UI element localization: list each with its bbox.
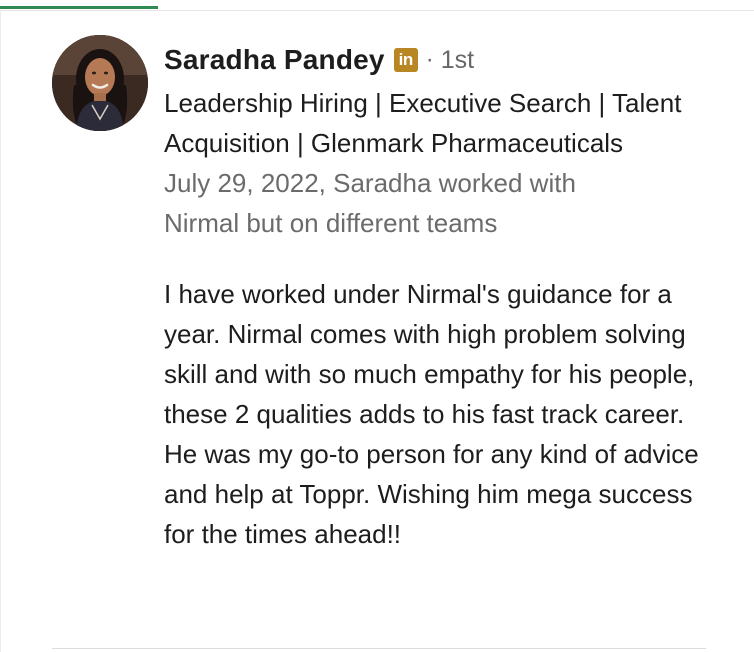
recommendation-text: I have worked under Nirmal's guidance fo…: [164, 279, 699, 549]
recommendation-meta: July 29, 2022, Saradha worked with Nirma…: [164, 168, 576, 238]
connection-degree: 1st: [440, 45, 475, 74]
author-row: Saradha Pandey in · 1st: [164, 40, 724, 80]
active-tab-indicator: [0, 6, 158, 9]
separator-dot: ·: [425, 46, 434, 73]
author-name[interactable]: Saradha Pandey: [164, 44, 385, 76]
linkedin-icon: in: [393, 48, 418, 72]
bottom-divider: [52, 648, 706, 649]
avatar-photo: [52, 35, 148, 131]
recommendation-panel: Saradha Pandey in · 1st Leadership Hirin…: [0, 0, 754, 652]
avatar[interactable]: [52, 35, 148, 131]
top-divider: [0, 10, 754, 11]
author-headline: Leadership Hiring | Executive Search | T…: [164, 88, 682, 158]
recommendation-content: Saradha Pandey in · 1st Leadership Hirin…: [164, 40, 724, 554]
left-border: [0, 10, 1, 652]
